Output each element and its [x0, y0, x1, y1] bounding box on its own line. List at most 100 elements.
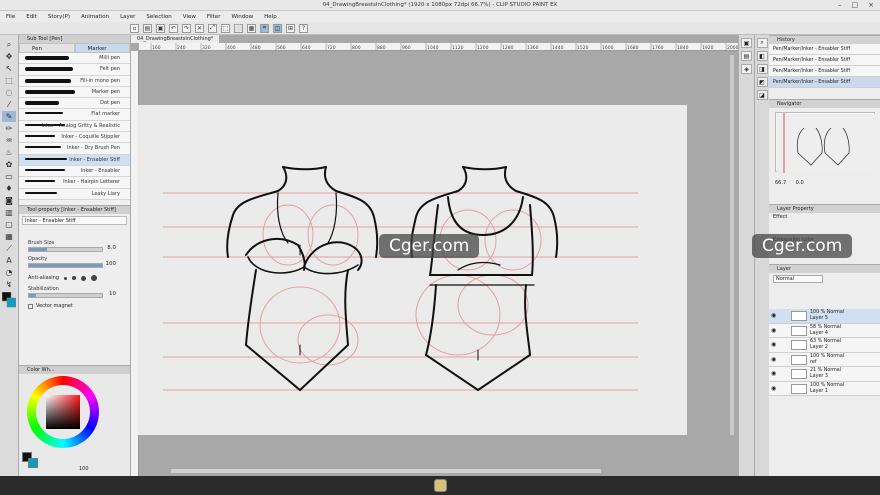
hue-ring[interactable] — [27, 376, 99, 448]
history-item[interactable]: Pen/Marker/Inker - Ensabler Stiff — [769, 77, 880, 88]
brush-item[interactable]: Felt pen — [19, 64, 130, 76]
eyedropper-tool-icon[interactable]: ⁄ — [2, 99, 16, 110]
brush-item[interactable]: Inker - Coquille Stippler — [19, 132, 130, 144]
panel-tab-icon[interactable]: ▤ — [741, 51, 752, 61]
navigator-thumbnail[interactable] — [775, 112, 875, 173]
brush-item[interactable]: Marker pen — [19, 86, 130, 99]
maximize-icon[interactable]: □ — [852, 1, 859, 9]
undo-icon[interactable]: ↶ — [169, 23, 178, 33]
eye-icon[interactable]: ◉ — [771, 341, 776, 348]
snap-grid-icon[interactable]: ⊞ — [286, 23, 295, 33]
new-file-icon[interactable]: ▫ — [130, 23, 139, 33]
menu-item-layer[interactable]: Layer — [120, 14, 135, 20]
figure-tool-icon[interactable]: ▢ — [2, 219, 16, 230]
history-item[interactable]: Pen/Marker/Inker - Ensabler Stiff — [769, 66, 880, 77]
brush-item[interactable]: Inker - Hairpin Letterer — [19, 177, 130, 189]
panel-tab-icon[interactable]: ◈ — [741, 64, 752, 74]
blend-tool-icon[interactable]: ♦ — [2, 183, 16, 194]
brush-item[interactable]: Fill-in mono pen — [19, 75, 130, 87]
clear-icon[interactable]: ✕ — [195, 23, 204, 33]
layer-row[interactable]: ◉ 21 % Normal Layer 3 — [769, 367, 880, 382]
menu-item-window[interactable]: Window — [231, 14, 253, 20]
brush-item[interactable]: Dot pen — [19, 98, 130, 110]
close-icon[interactable]: × — [868, 1, 874, 9]
pencil-tool-icon[interactable]: ✏ — [2, 123, 16, 134]
document-tab[interactable]: 04_DrawingBreastsInClothing* — [131, 35, 221, 43]
sub-color-swatch[interactable] — [28, 458, 38, 468]
clip-studio-taskbar-icon[interactable] — [434, 479, 447, 492]
saturation-value-square[interactable] — [46, 395, 80, 429]
invert-selection-icon[interactable]: ⬜ — [234, 23, 243, 33]
open-file-icon[interactable]: ▤ — [143, 23, 152, 33]
lasso-tool-icon[interactable]: ◌ — [2, 87, 16, 98]
operation-tool-icon[interactable]: ↖ — [2, 63, 16, 74]
correct-line-tool-icon[interactable]: ↯ — [2, 279, 16, 290]
horizontal-scrollbar[interactable] — [171, 469, 601, 473]
layer-row[interactable]: ◉ 58 % Normal Layer 4 — [769, 323, 880, 338]
layer-row[interactable]: ◉ 100 % Normal Layer 5 — [769, 309, 880, 324]
panel-tab-icon[interactable]: ◪ — [756, 90, 768, 100]
antialias-strong-option[interactable] — [91, 275, 97, 281]
color-swatch-icon[interactable] — [2, 291, 16, 309]
fill-tool-icon[interactable]: ◙ — [2, 195, 16, 206]
redo-icon[interactable]: ↷ — [182, 23, 191, 33]
snap-special-ruler-icon[interactable]: ◫ — [273, 23, 282, 33]
tab-marker[interactable]: Marker — [74, 43, 130, 53]
snap-ruler-icon[interactable]: ⌗ — [260, 23, 269, 33]
brush-item[interactable]: Inker - Ensabler Stiff — [19, 154, 130, 166]
blend-mode-select[interactable]: Normal — [773, 275, 823, 283]
zoom-tool-icon[interactable]: ⌕ — [2, 39, 16, 50]
eraser-tool-icon[interactable]: ▭ — [2, 171, 16, 182]
brush-item[interactable]: Leaky Liary — [19, 188, 130, 200]
menu-item-filter[interactable]: Filter — [207, 14, 221, 20]
eye-icon[interactable]: ◉ — [771, 327, 776, 334]
brush-item[interactable]: Inker - Dry Brush Pen — [19, 143, 130, 155]
minimize-icon[interactable]: – — [838, 1, 842, 9]
menu-item-file[interactable]: File — [6, 14, 15, 20]
menu-item-edit[interactable]: Edit — [26, 14, 37, 20]
ruler-tool-icon[interactable]: ⟋ — [2, 243, 16, 254]
layer-row[interactable]: ◉ 63 % Normal Layer 2 — [769, 338, 880, 353]
pen-tool-icon[interactable]: ✎ — [2, 111, 16, 122]
layer-row[interactable]: ◉ 100 % Normal ref — [769, 352, 880, 367]
balloon-tool-icon[interactable]: ◔ — [2, 267, 16, 278]
brush-item[interactable]: Inker - Ensabler — [19, 165, 130, 178]
vertical-scrollbar[interactable] — [730, 55, 734, 435]
selection-tool-icon[interactable]: ⬚ — [2, 75, 16, 86]
antialias-medium-option[interactable] — [81, 275, 86, 281]
brush-item[interactable]: Inker - Analog Gritty & Realistic — [19, 120, 130, 133]
history-item[interactable]: Pen/Marker/Inker - Ensabler Stiff — [769, 44, 880, 55]
gradient-tool-icon[interactable]: ▥ — [2, 207, 16, 218]
eye-icon[interactable]: ◉ — [771, 385, 776, 392]
brush-tool-icon[interactable]: ♒ — [2, 135, 16, 146]
tab-pen[interactable]: Pen — [19, 43, 75, 53]
vector-magnet-checkbox[interactable] — [28, 303, 33, 309]
opacity-slider[interactable] — [28, 263, 103, 268]
panel-tab-icon[interactable]: ◨ — [756, 64, 768, 74]
brush-size-slider[interactable] — [28, 247, 103, 252]
panel-tab-icon[interactable]: ▣ — [741, 38, 752, 48]
drawing-canvas[interactable] — [138, 105, 687, 435]
panel-tab-icon[interactable]: ◩ — [756, 77, 768, 87]
antialias-weak-option[interactable] — [72, 276, 76, 280]
airbrush-tool-icon[interactable]: ♨ — [2, 147, 16, 158]
antialias-none-option[interactable] — [64, 276, 67, 280]
menu-item-view[interactable]: View — [183, 14, 196, 20]
brush-item[interactable]: Flat marker — [19, 109, 130, 121]
menu-item-help[interactable]: Help — [264, 14, 277, 20]
deselect-icon[interactable]: ⬚ — [221, 23, 230, 33]
move-tool-icon[interactable]: ✥ — [2, 51, 16, 62]
menu-item-storyp[interactable]: Story(P) — [48, 14, 70, 20]
select-all-icon[interactable]: ▦ — [247, 23, 256, 33]
menu-item-selection[interactable]: Selection — [146, 14, 171, 20]
eye-icon[interactable]: ◉ — [771, 356, 776, 363]
text-tool-icon[interactable]: A — [2, 255, 16, 266]
brush-item[interactable]: Milli pen — [19, 53, 130, 65]
transform-icon[interactable]: ⤢ — [208, 23, 217, 33]
history-item[interactable]: Pen/Marker/Inker - Ensabler Stiff — [769, 55, 880, 66]
frame-tool-icon[interactable]: ▦ — [2, 231, 16, 242]
search-icon[interactable]: ⌕ — [756, 38, 768, 48]
eye-icon[interactable]: ◉ — [771, 312, 776, 319]
panel-tab-icon[interactable]: ◧ — [756, 51, 768, 61]
help-icon[interactable]: ? — [299, 23, 308, 33]
